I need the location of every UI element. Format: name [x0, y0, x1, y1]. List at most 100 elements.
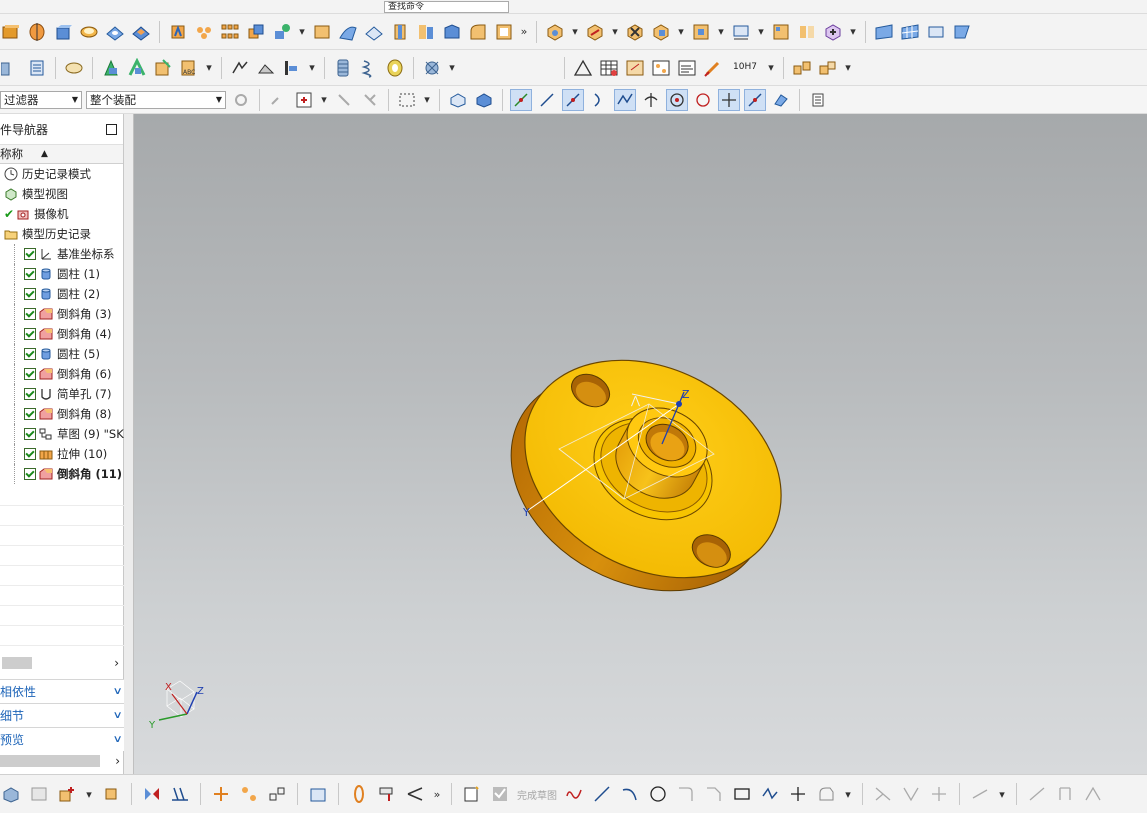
snap-center-icon[interactable] — [666, 88, 688, 111]
pick-feature-icon[interactable] — [100, 783, 122, 805]
measure-face-icon[interactable] — [730, 21, 752, 43]
visibility-checkbox[interactable] — [24, 288, 36, 300]
clearance-icon[interactable] — [281, 57, 303, 79]
assembly-scope-select[interactable]: 整个装配 ▼ — [86, 90, 226, 109]
array-tool-icon[interactable] — [219, 21, 241, 43]
tree-row[interactable]: 圆柱 (2) — [0, 284, 123, 304]
thicken-tool-icon[interactable] — [389, 21, 411, 43]
surface-tool-icon[interactable] — [337, 21, 359, 43]
tree-row[interactable]: 简单孔 (7) — [0, 384, 123, 404]
snap-intersection-icon[interactable] — [614, 88, 636, 111]
dropdown-arrow-icon[interactable]: ▾ — [570, 25, 580, 38]
route-tool-icon[interactable] — [404, 783, 426, 805]
sketch-grid-icon[interactable] — [624, 57, 646, 79]
visibility-checkbox[interactable] — [24, 308, 36, 320]
n-sided-surface-icon[interactable] — [951, 21, 973, 43]
weld-icon[interactable] — [791, 57, 813, 79]
blend-tool-icon[interactable] — [467, 21, 489, 43]
sort-ascending-icon[interactable]: ▲ — [41, 149, 48, 159]
section-view-icon[interactable] — [229, 57, 251, 79]
scroll-right-icon[interactable]: › — [114, 656, 119, 670]
triangle-icon[interactable] — [572, 57, 594, 79]
fillet-icon[interactable] — [675, 783, 697, 805]
navigator-splitter[interactable] — [124, 114, 134, 774]
layer-icon[interactable] — [0, 57, 22, 79]
tree-row[interactable]: 模型历史记录 — [0, 224, 123, 244]
dropdown-arrow-icon[interactable]: ▾ — [843, 61, 853, 74]
visibility-checkbox[interactable] — [24, 468, 36, 480]
snap-perpendicular-icon[interactable] — [640, 89, 662, 111]
offset-curve-icon[interactable] — [815, 783, 837, 805]
scroll-right-icon[interactable]: › — [115, 754, 120, 768]
dropdown-arrow-icon[interactable]: ▾ — [204, 61, 214, 74]
panel-preview[interactable]: 预览 ∨ — [0, 727, 124, 751]
show-hide-solid-icon[interactable] — [473, 89, 495, 111]
fastener-icon[interactable] — [817, 57, 839, 79]
sweep-tool-icon[interactable] — [311, 21, 333, 43]
gesture-icon[interactable] — [359, 89, 381, 111]
quick-access-icons[interactable] — [0, 0, 380, 13]
edit-feature-icon[interactable] — [544, 21, 566, 43]
dropdown-arrow-icon[interactable]: ▾ — [297, 25, 307, 38]
tree-row[interactable]: 倒斜角 (11) — [0, 464, 123, 484]
copy-face-icon[interactable] — [822, 21, 844, 43]
offset-face-icon[interactable] — [441, 21, 463, 43]
visibility-checkbox[interactable] — [24, 268, 36, 280]
geometric-constraint-icon[interactable] — [1026, 783, 1048, 805]
finish-sketch-label[interactable]: 完成草图 — [517, 787, 557, 802]
rectangle-icon[interactable] — [731, 783, 753, 805]
visibility-checkbox[interactable] — [24, 388, 36, 400]
block-tool-icon[interactable] — [52, 21, 74, 43]
extrude-tool-icon[interactable] — [0, 21, 22, 43]
sketch-icon[interactable] — [461, 783, 483, 805]
snap-endpoint-icon[interactable] — [510, 88, 532, 111]
shell-tool-icon[interactable] — [493, 21, 515, 43]
dropdown-arrow-icon[interactable]: ▾ — [676, 25, 686, 38]
profile-icon[interactable] — [563, 783, 585, 805]
snap-arc-icon[interactable] — [588, 89, 610, 111]
dropdown-arrow-icon[interactable]: ▾ — [610, 25, 620, 38]
add-component-icon[interactable] — [100, 57, 122, 79]
dropdown-arrow-icon[interactable]: ▾ — [997, 788, 1007, 801]
dropdown-arrow-icon[interactable]: ▾ — [307, 61, 317, 74]
tree-row[interactable]: ✔ 摄像机 — [0, 204, 123, 224]
resize-face-icon[interactable] — [690, 21, 712, 43]
dimension-icon[interactable] — [969, 783, 991, 805]
paint-tool-icon[interactable] — [376, 783, 398, 805]
helix-icon[interactable] — [358, 57, 380, 79]
gear-icon[interactable] — [421, 57, 443, 79]
finish-sketch-icon[interactable] — [489, 783, 511, 805]
snap-bounded-icon[interactable] — [770, 89, 792, 111]
tree-row[interactable]: 圆柱 (1) — [0, 264, 123, 284]
surface-from-curves-icon[interactable] — [873, 21, 895, 43]
visibility-checkbox[interactable] — [24, 348, 36, 360]
dropdown-arrow-icon[interactable]: ▾ — [84, 788, 94, 801]
command-search-input[interactable]: 查找命令 — [384, 0, 509, 13]
tree-row[interactable]: 模型视图 — [0, 184, 123, 204]
table-icon[interactable] — [598, 57, 620, 79]
mirror-face-icon[interactable] — [796, 21, 818, 43]
draft-tool-icon[interactable] — [415, 21, 437, 43]
tree-row[interactable]: 基准坐标系 — [0, 244, 123, 264]
text-tool-icon[interactable]: ABC — [178, 57, 200, 79]
pattern-tool-icon[interactable] — [193, 21, 215, 43]
bearing-icon[interactable] — [384, 57, 406, 79]
visibility-checkbox[interactable] — [24, 408, 36, 420]
tree-row[interactable]: 拉伸 (10) — [0, 444, 123, 464]
snap-control-point-icon[interactable] — [562, 88, 584, 111]
cylinder-tool-icon[interactable] — [78, 21, 100, 43]
unite-tool-icon[interactable] — [245, 21, 267, 43]
dropdown-arrow-icon[interactable]: ▾ — [447, 61, 457, 74]
move-feature-icon[interactable] — [584, 21, 606, 43]
constraint-icon[interactable] — [126, 57, 148, 79]
dropdown-arrow-icon[interactable]: ▾ — [319, 93, 329, 106]
snap-quadrant-icon[interactable] — [692, 89, 714, 111]
dropdown-arrow-icon[interactable]: ▾ — [756, 25, 766, 38]
pointer-icon[interactable] — [333, 89, 355, 111]
flange-model[interactable]: Z Y ⋀ Z Y X — [134, 114, 1147, 774]
drawing-sheet-icon[interactable] — [676, 57, 698, 79]
quick-trim-icon[interactable] — [872, 783, 894, 805]
snap-point-icon[interactable] — [267, 89, 289, 111]
auto-constrain-icon[interactable] — [1082, 783, 1104, 805]
component-pattern-icon[interactable] — [650, 57, 672, 79]
